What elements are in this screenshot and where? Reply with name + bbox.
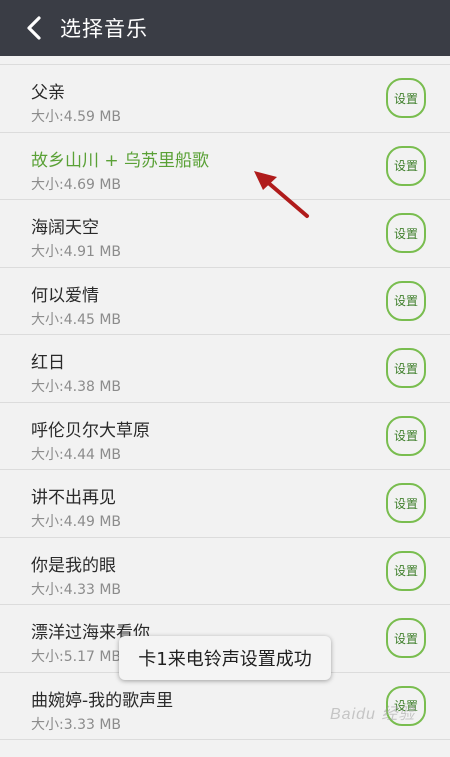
- song-title: 呼伦贝尔大草原: [31, 420, 150, 441]
- red-arrow-icon: [254, 171, 309, 218]
- song-title: 故乡山川 + 乌苏里船歌: [31, 150, 210, 171]
- set-ringtone-button[interactable]: 设置: [386, 415, 426, 456]
- song-size: 大小:4.45 MB: [31, 311, 122, 328]
- song-title: 曲婉婷-我的歌声里: [31, 690, 174, 711]
- page-title: 选择音乐: [60, 17, 148, 41]
- set-ringtone-button[interactable]: 设置: [386, 483, 426, 523]
- song-row[interactable]: 故乡山川 + 乌苏里船歌大小:4.69 MB 设置: [0, 132, 450, 200]
- song-size: 大小:4.44 MB: [31, 446, 122, 463]
- song-title: 海阔天空: [31, 218, 99, 238]
- song-size: 大小:5.17 MB: [31, 649, 122, 665]
- set-ringtone-button[interactable]: 设置: [386, 348, 426, 388]
- song-size: 大小:4.33 MB: [31, 581, 122, 598]
- song-row[interactable]: 呼伦贝尔大草原大小:4.44 MB 设置: [0, 402, 450, 470]
- song-size: 大小:4.59 MB: [31, 109, 122, 125]
- set-ringtone-button[interactable]: 设置: [386, 78, 426, 118]
- watermark: Baidu 经验: [330, 706, 416, 723]
- song-title: 红日: [31, 353, 65, 373]
- song-title: 你是我的眼: [31, 555, 116, 576]
- song-size: 大小:4.91 MB: [31, 244, 122, 260]
- set-ringtone-button[interactable]: 设置: [386, 618, 426, 658]
- song-size: 大小:4.69 MB: [31, 176, 122, 193]
- song-title: 讲不出再见: [31, 488, 116, 508]
- set-ringtone-button[interactable]: 设置: [386, 213, 426, 253]
- set-ringtone-button[interactable]: 设置: [386, 550, 426, 591]
- list-top-divider: [0, 56, 450, 65]
- song-row[interactable]: 海阔天空大小:4.91 MB 设置: [0, 200, 450, 268]
- song-row[interactable]: 红日大小:4.38 MB 设置: [0, 335, 450, 403]
- song-size: 大小:4.38 MB: [31, 379, 122, 395]
- toast-message: 卡1来电铃声设置成功: [119, 636, 331, 680]
- song-row[interactable]: 父亲大小:4.59 MB 设置: [0, 65, 450, 133]
- song-size: 大小:4.49 MB: [31, 514, 122, 530]
- chevron-left-icon: [27, 16, 41, 40]
- song-row[interactable]: 何以爱情大小:4.45 MB 设置: [0, 267, 450, 335]
- set-ringtone-button[interactable]: 设置: [386, 145, 426, 186]
- song-row[interactable]: 你是我的眼大小:4.33 MB 设置: [0, 537, 450, 605]
- back-button[interactable]: [12, 0, 56, 56]
- set-ringtone-button[interactable]: 设置: [386, 280, 426, 321]
- app-header: 选择音乐: [0, 0, 450, 56]
- song-title: 父亲: [31, 83, 65, 103]
- song-size: 大小:3.33 MB: [31, 716, 122, 733]
- song-row[interactable]: 讲不出再见大小:4.49 MB 设置: [0, 470, 450, 538]
- song-title: 何以爱情: [31, 285, 99, 306]
